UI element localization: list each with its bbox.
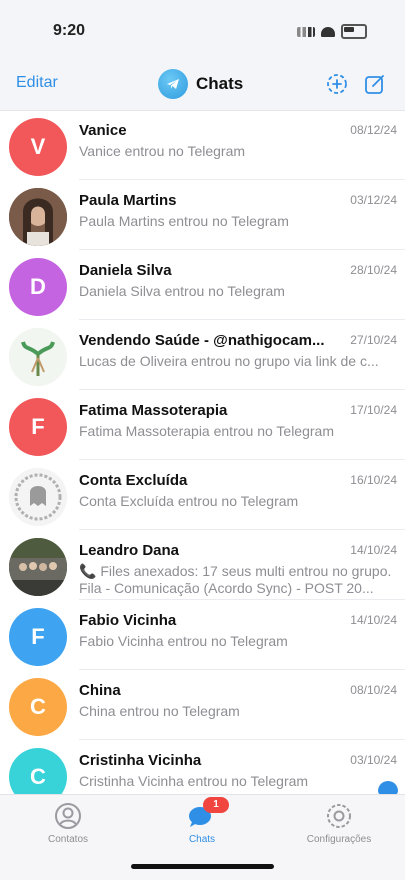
tab-label-chats: Chats (188, 834, 216, 845)
chat-name: Vendendo Saúde - @nathigocam... (79, 332, 325, 349)
battery-icon (341, 24, 367, 39)
status-icons (297, 24, 367, 39)
new-story-icon[interactable] (325, 72, 349, 96)
chat-date: 27/10/24 (350, 333, 397, 347)
chat-name: Cristinha Vicinha (79, 752, 202, 769)
navigation-bar: Editar Chats (0, 62, 405, 111)
chat-preview: Fabio Vicinha entrou no Telegram (79, 633, 288, 649)
avatar-initial: D (30, 274, 46, 299)
avatar: D (9, 258, 67, 316)
unread-badge: 1 (203, 797, 229, 813)
avatar-initial: C (30, 694, 46, 719)
chat-preview: Vanice entrou no Telegram (79, 143, 246, 159)
chat-row[interactable]: F Fabio Vicinha 14/10/24 Fabio Vicinha entr… (0, 600, 405, 670)
home-indicator[interactable] (131, 864, 274, 869)
chat-row[interactable]: Vendendo Saúde - @nathigocam... 27/10/24 L… (0, 320, 405, 390)
avatar (9, 468, 67, 526)
avatar-initial: C (30, 764, 46, 789)
chat-row[interactable]: Leandro Dana 14/10/24 📞 Files anexados: 17… (0, 530, 405, 600)
person-icon (55, 803, 81, 829)
chat-preview: China entrou no Telegram (79, 703, 240, 719)
avatar-initial: V (30, 134, 46, 159)
chat-date: 17/10/24 (350, 403, 397, 417)
chat-preview: 📞 Files anexados: 17 seus multi entrou n… (79, 563, 392, 596)
chat-date: 08/12/24 (350, 123, 397, 137)
chat-name: Vanice (79, 122, 127, 139)
chat-date: 14/10/24 (350, 543, 397, 557)
nav-title-group: Chats (158, 69, 243, 99)
avatar: F (9, 398, 67, 456)
chat-date: 08/10/24 (350, 683, 397, 697)
tab-contacts[interactable]: Contatos (13, 801, 123, 845)
chat-preview: Conta Excluída entrou no Telegram (79, 493, 299, 509)
gear-icon (327, 804, 351, 828)
chat-date: 03/12/24 (350, 193, 397, 207)
tab-label-settings: Configurações (306, 834, 372, 845)
chat-preview: Paula Martins entrou no Telegram (79, 213, 289, 229)
chat-preview: Lucas de Oliveira entrou no grupo via li… (79, 353, 379, 369)
cellular-signal-icon (297, 26, 315, 37)
avatar: C (9, 678, 67, 736)
chat-name: Conta Excluída (79, 472, 188, 489)
avatar-initial: F (31, 414, 45, 439)
chat-name: Fabio Vicinha (79, 612, 177, 629)
avatar: F (9, 608, 67, 666)
chat-name: Paula Martins (79, 192, 177, 209)
chat-row[interactable]: Conta Excluída 16/10/24 Conta Excluída ent… (0, 460, 405, 530)
chat-date: 16/10/24 (350, 473, 397, 487)
tab-chats[interactable]: 1 Chats (147, 797, 257, 845)
chat-row[interactable]: V Vanice 08/12/24 Vanice entrou no Telegram (0, 110, 405, 180)
floating-chat-icon[interactable] (378, 781, 398, 795)
chat-row[interactable]: D Daniela Silva 28/10/24 Daniela Silva entr… (0, 250, 405, 320)
chat-list: V Vanice 08/12/24 Vanice entrou no Telegram… (0, 110, 405, 810)
chat-date: 03/10/24 (350, 753, 397, 767)
status-bar: 9:20 (0, 0, 405, 62)
tab-settings[interactable]: Configurações (284, 801, 394, 845)
avatar: V (9, 118, 67, 176)
chat-date: 28/10/24 (350, 263, 397, 277)
status-time: 9:20 (53, 22, 86, 39)
avatar (9, 328, 67, 386)
chat-row[interactable]: F Fatima Massoterapia 17/10/24 Fatima Masso… (0, 390, 405, 460)
chat-date: 14/10/24 (350, 613, 397, 627)
tab-label-contacts: Contatos (47, 834, 89, 845)
avatar (9, 538, 67, 596)
avatar (9, 188, 67, 246)
chat-row[interactable]: C China 08/10/24 China entrou no Telegram (0, 670, 405, 740)
chat-name: Daniela Silva (79, 262, 172, 279)
chat-preview: Daniela Silva entrou no Telegram (79, 283, 285, 299)
chat-row[interactable]: Paula Martins 03/12/24 Paula Martins entro… (0, 180, 405, 250)
chat-preview: Fatima Massoterapia entrou no Telegram (79, 423, 334, 439)
avatar-initial: F (31, 624, 45, 649)
compose-icon[interactable] (363, 72, 387, 96)
page-title: Chats (196, 74, 244, 93)
chat-preview: Cristinha Vicinha entrou no Telegram (79, 773, 309, 789)
edit-button[interactable]: Editar (16, 74, 58, 92)
telegram-logo-icon (158, 69, 188, 99)
chat-name: Fatima Massoterapia (79, 402, 228, 419)
chat-name: China (79, 682, 121, 699)
wifi-icon (321, 26, 335, 37)
chat-name: Leandro Dana (79, 542, 180, 559)
